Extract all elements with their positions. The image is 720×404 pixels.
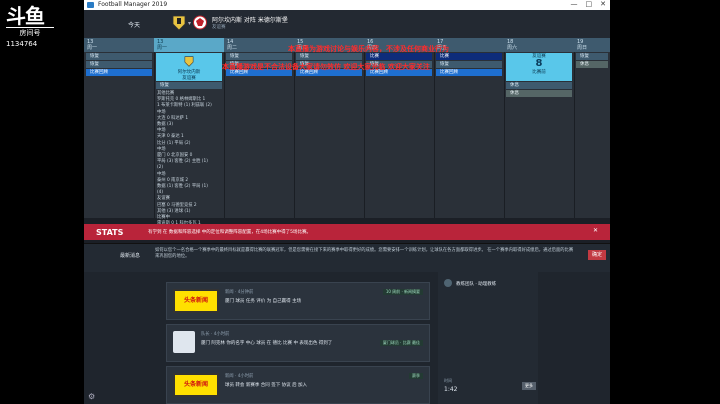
news-tag: 厦门球员 · 比赛 最佳 xyxy=(379,340,423,346)
window-title: Football Manager 2019 xyxy=(98,1,168,8)
advice-text: 如何以您个一名合格一个赛季中的最终目标就是赢得比赛的联赛冠军，但是您需要在接下来… xyxy=(155,248,574,259)
fixture-sub: 友谊赛 xyxy=(182,76,196,81)
event-item[interactable]: 休息 xyxy=(506,82,572,89)
news-text: 球员 转会 新赛季 合同 签下 协议 后 加入 xyxy=(225,383,308,388)
time-value: 1:42 xyxy=(444,386,458,393)
day-header: 14 周二 xyxy=(224,38,294,52)
confirm-button[interactable]: 确定 xyxy=(588,250,606,260)
stats-label: STATS xyxy=(96,228,124,237)
calendar-day-19[interactable]: 19 周日 恢复 休息 xyxy=(574,38,610,218)
news-item[interactable]: 头条新闻 新闻 · 4分钟前 厦门 球员 任务 评价 为 自己赢得 主场 10 … xyxy=(166,282,430,320)
event-item[interactable]: 恢复 xyxy=(86,61,152,68)
event-item[interactable]: 比赛回顾 xyxy=(436,69,502,76)
news-meta: 队长 · 4小时前 xyxy=(201,332,230,337)
match-subtitle: 友谊赛 xyxy=(212,25,226,30)
news-meta: 新闻 · 4分钟前 xyxy=(225,290,254,295)
fixture-number: 8 xyxy=(535,58,543,69)
calendar-day-13[interactable]: 13 周一 恢复 恢复 比赛回顾 xyxy=(84,38,155,218)
stats-text: 有学到 在 数据和阵容选择 中的定位和调整阵容配置，在4场比赛中得了5场比赛。 xyxy=(148,230,312,235)
calendar-day-18[interactable]: 18 周六 友谊赛 8 比赛前 休息 休息 xyxy=(504,38,575,218)
news-text: 厦门 阿克林 你的名字 中心 球员 在 德比 比赛 中 表现出色 得到了 xyxy=(201,341,333,346)
day-header: 13 周一 xyxy=(154,38,224,52)
stream-overlay-line1: 本直播为游戏讨论与娱乐内容，不涉及任何商业行为 xyxy=(288,45,449,53)
advice-label: 最新消息 xyxy=(120,253,141,259)
other-results-list: 其他比赛 罗斯托克 0 格林姆斯比 1 1 布莱卡斯特 (1) 利兹联 (2) … xyxy=(157,91,212,226)
fixture-box[interactable]: 阿尔坎内斯 友谊赛 xyxy=(156,53,222,81)
event-item[interactable]: 恢复 xyxy=(156,82,222,89)
event-item[interactable]: 休息 xyxy=(576,61,608,68)
fixture-box[interactable]: 友谊赛 8 比赛前 xyxy=(506,53,572,81)
news-item[interactable]: 队长 · 4小时前 厦门 阿克林 你的名字 中心 球员 在 德比 比赛 中 表现… xyxy=(166,324,430,362)
event-item[interactable]: 恢复 xyxy=(576,53,608,60)
home-club-badge-icon xyxy=(172,15,186,31)
app-icon xyxy=(87,2,94,8)
gear-icon[interactable]: ⚙ xyxy=(88,392,95,401)
maximize-button[interactable]: □ xyxy=(586,0,593,8)
news-thumbnail: 头条新闻 xyxy=(173,373,219,397)
stream-overlay-line2: 本直播游戏是不合法设备大家请勿效仿 欢迎大家光临 欢迎大家关注 xyxy=(222,63,430,71)
more-button[interactable]: 更多 xyxy=(522,382,536,390)
event-item[interactable]: 恢复 xyxy=(296,53,362,60)
stream-overlay-right xyxy=(610,0,720,404)
window-controls: — □ ✕ xyxy=(571,0,607,8)
staff-name[interactable]: 教练团队 · 助理教练 xyxy=(456,281,496,287)
away-club-badge-icon xyxy=(193,15,207,30)
day-header: 19 周日 xyxy=(574,38,610,52)
news-tag: 10 周前 · 新闻摘要 xyxy=(382,289,423,295)
platform-sub-label: 房间号 xyxy=(6,27,54,38)
day-header: 18 周六 xyxy=(504,38,574,52)
calendar-day-today[interactable]: 13 周一 阿尔坎内斯 友谊赛 恢复 其他比赛 罗斯托克 0 格林姆斯比 1 1 … xyxy=(154,38,225,226)
match-header xyxy=(84,10,610,39)
day-header: 13 周一 xyxy=(84,38,154,52)
event-item[interactable]: 休息 xyxy=(506,90,572,97)
match-title: 阿尔坎内斯 对阵 米德尔斯堡 xyxy=(212,17,288,24)
home-club-badge-icon xyxy=(184,56,194,67)
avatar xyxy=(444,279,452,287)
event-item[interactable]: 恢复 xyxy=(436,61,502,68)
news-meta: 新闻 · 4小时前 xyxy=(225,374,254,379)
time-label: 时间 xyxy=(444,378,452,383)
close-window-button[interactable]: ✕ xyxy=(600,0,606,8)
event-item[interactable]: 恢复 xyxy=(86,53,152,60)
news-text: 厦门 球员 任务 评价 为 自己赢得 主场 xyxy=(225,299,302,304)
news-feed: 头条新闻 新闻 · 4分钟前 厦门 球员 任务 评价 为 自己赢得 主场 10 … xyxy=(166,282,430,404)
fixture-sub: 比赛前 xyxy=(532,70,546,75)
event-item[interactable]: 比赛 xyxy=(436,53,502,60)
stream-overlay-left xyxy=(0,0,84,404)
room-id: 1134764 xyxy=(6,40,38,48)
event-item[interactable]: 恢复 xyxy=(226,53,292,60)
news-item[interactable]: 头条新闻 新闻 · 4小时前 球员 转会 新赛季 合同 签下 协议 后 加入 赛… xyxy=(166,366,430,404)
calendar-day-17[interactable]: 17 周五 比赛 恢复 比赛回顾 xyxy=(434,38,505,218)
today-label[interactable]: 今天 xyxy=(128,20,140,29)
news-thumbnail: 头条新闻 xyxy=(173,289,219,313)
event-item[interactable]: 比赛回顾 xyxy=(86,69,152,76)
avatar xyxy=(173,331,195,353)
event-item[interactable]: 比赛 xyxy=(366,53,432,60)
minimize-button[interactable]: — xyxy=(571,0,578,8)
chevron-down-icon[interactable]: ▾ xyxy=(188,20,191,27)
news-tag: 赛季 xyxy=(409,373,423,379)
close-icon[interactable]: ✕ xyxy=(593,227,598,234)
